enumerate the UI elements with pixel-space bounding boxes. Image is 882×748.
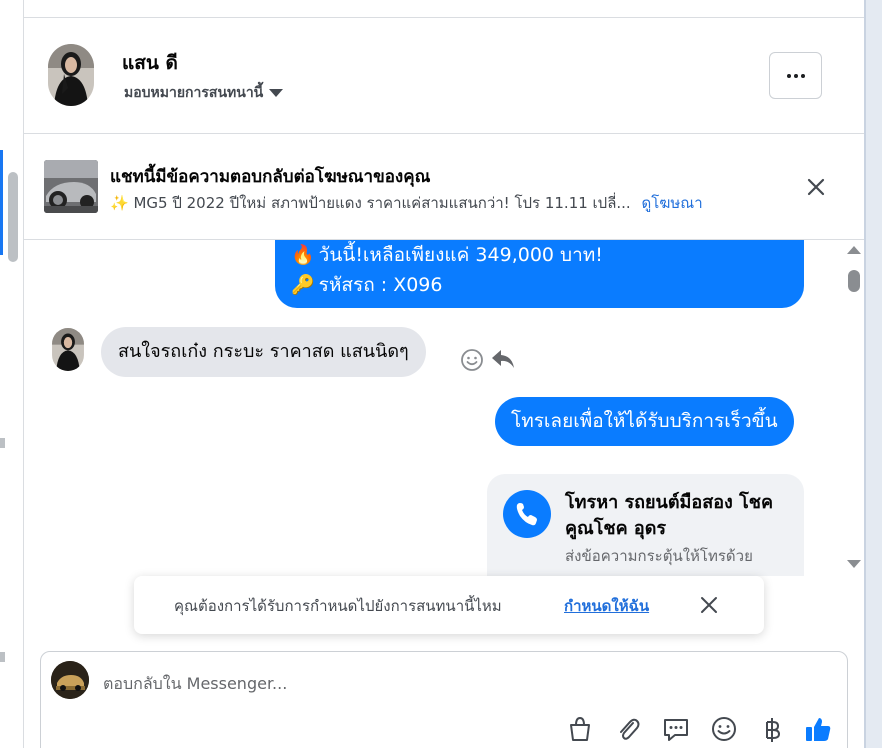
left-scrollbar-thumb[interactable]	[8, 172, 18, 262]
dismiss-toast-button[interactable]	[699, 595, 719, 615]
phone-icon	[503, 490, 551, 538]
sender-avatar[interactable]	[52, 328, 84, 371]
right-panel-edge	[864, 0, 882, 748]
outgoing-message-bubble[interactable]: โทรเลยเพื่อให้ได้รับบริการเร็วขึ้น	[495, 397, 794, 446]
left-scroll-accent	[0, 150, 3, 255]
left-panel-edge	[0, 0, 24, 748]
incoming-message-bubble[interactable]: สนใจรถเก๋ง กระบะ ราคาสด แสนนิดๆ	[101, 327, 426, 377]
thumbs-up-icon[interactable]	[803, 714, 833, 744]
contact-avatar[interactable]	[48, 44, 94, 106]
ad-reply-banner: แชทนี้มีข้อความตอบกลับต่อโฆษณาของคุณ ✨ M…	[24, 135, 864, 240]
message-text: รหัสรถ : X096	[318, 274, 443, 296]
message-list[interactable]: 🔥 วันนี้!เหลือเพียงแค่ 349,000 บาท! 🔑 รห…	[24, 240, 844, 576]
outgoing-message-bubble[interactable]: 🔥 วันนี้!เหลือเพียงแค่ 349,000 บาท! 🔑 รห…	[275, 240, 804, 308]
key-icon: 🔑	[291, 274, 315, 296]
ad-thumbnail[interactable]	[44, 160, 98, 213]
message-text: วันนี้!เหลือเพียงแค่ 349,000 บาท!	[318, 244, 603, 266]
assign-to-me-link[interactable]: กำหนดให้ฉัน	[564, 594, 649, 618]
more-options-button[interactable]	[769, 52, 822, 99]
paperclip-icon[interactable]	[613, 714, 643, 744]
ad-preview-text: MG5 ปี 2022 ปีใหม่ สภาพป้ายแดง ราคาแค่สา…	[133, 194, 631, 212]
shopping-bag-icon[interactable]	[565, 714, 595, 744]
reply-button[interactable]	[490, 346, 516, 372]
chat-scrollbar[interactable]	[844, 240, 864, 576]
close-icon	[701, 597, 717, 613]
ad-preview-line: ✨ MG5 ปี 2022 ปีใหม่ สภาพป้ายแดง ราคาแค่…	[110, 191, 703, 215]
view-ad-link[interactable]: ดูโฆษณา	[641, 194, 702, 212]
assign-conversation-dropdown[interactable]: มอบหมายการสนทนานี้	[124, 82, 284, 104]
assign-prompt-text: คุณต้องการได้รับการกำหนดไปยังการสนทนานี้…	[174, 597, 502, 615]
conversation-header: แสน ดี มอบหมายการสนทนานี้	[24, 18, 864, 134]
call-card-title: โทรหา รถยนต์มือสอง โชคคูณโชค อุดร	[565, 492, 774, 539]
reply-arrow-icon	[492, 350, 514, 368]
baht-icon[interactable]	[757, 714, 787, 744]
close-banner-button[interactable]	[804, 175, 828, 199]
caret-down-icon	[269, 89, 284, 97]
page-avatar	[51, 661, 89, 699]
contact-name[interactable]: แสน ดี	[122, 48, 178, 78]
smiley-icon	[461, 349, 483, 371]
more-dots-icon	[786, 73, 791, 78]
call-card-subtitle: ส่งข้อความกระตุ้นให้โทรด้วย	[565, 547, 753, 565]
chat-bubble-icon[interactable]	[661, 714, 691, 744]
left-panel-mark	[0, 438, 5, 448]
sparkle-icon: ✨	[110, 194, 129, 212]
scrollbar-thumb[interactable]	[848, 270, 860, 292]
reply-composer[interactable]: ตอบกลับใน Messenger...	[40, 651, 848, 748]
reply-input[interactable]: ตอบกลับใน Messenger...	[103, 672, 287, 697]
call-button-card[interactable]: โทรหา รถยนต์มือสอง โชคคูณโชค อุดร ส่งข้อ…	[487, 474, 804, 576]
scroll-down-arrow-icon[interactable]	[847, 560, 861, 568]
assign-label: มอบหมายการสนทนานี้	[124, 85, 264, 101]
close-icon	[807, 178, 825, 196]
emoji-icon[interactable]	[709, 714, 739, 744]
scroll-up-arrow-icon[interactable]	[847, 246, 861, 254]
react-button[interactable]	[460, 348, 484, 372]
fire-icon: 🔥	[291, 244, 315, 266]
assign-prompt-toast: คุณต้องการได้รับการกำหนดไปยังการสนทนานี้…	[134, 576, 764, 634]
left-panel-mark	[0, 652, 5, 662]
ad-banner-title: แชทนี้มีข้อความตอบกลับต่อโฆษณาของคุณ	[110, 167, 431, 187]
messenger-conversation-panel: แสน ดี มอบหมายการสนทนานี้ แชทนี้มีข้อควา…	[0, 0, 882, 748]
